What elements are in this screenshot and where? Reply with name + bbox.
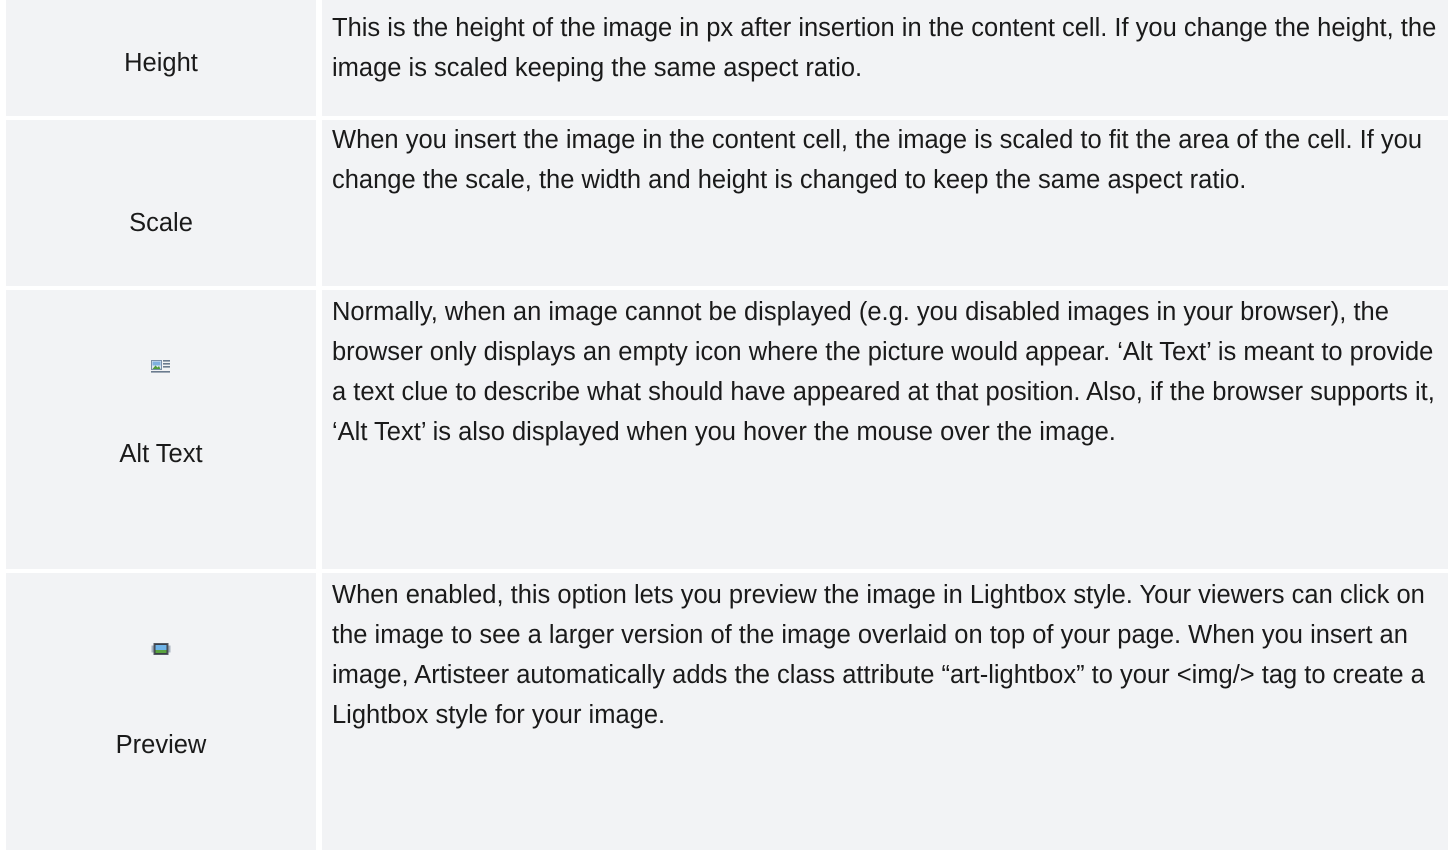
label-cell-height: Height: [6, 0, 316, 116]
description-cell-scale: When you insert the image in the content…: [322, 120, 1448, 286]
image-preview-icon: [151, 641, 171, 662]
label-cell-alt-text: Alt Text: [6, 290, 316, 569]
table-row-alt-text: Alt Text Normally, when an image cannot …: [0, 290, 1452, 569]
description-cell-height: This is the height of the image in px af…: [322, 0, 1448, 116]
property-description-scale: When you insert the image in the content…: [332, 126, 1423, 194]
description-cell-alt-text: Normally, when an image cannot be displa…: [322, 290, 1448, 569]
property-label-scale: Scale: [129, 209, 193, 237]
alt-text-icon: [151, 358, 171, 379]
label-cell-preview: Preview: [6, 573, 316, 850]
table-row-height: Height This is the height of the image i…: [0, 0, 1452, 116]
label-cell-scale: Scale: [6, 120, 316, 286]
image-properties-table: Height This is the height of the image i…: [0, 0, 1452, 850]
property-label-preview: Preview: [115, 731, 207, 759]
property-description-preview: When enabled, this option lets you previ…: [332, 581, 1425, 729]
table-row-scale: Scale When you insert the image in the c…: [0, 120, 1452, 286]
property-label-alt-text: Alt Text: [119, 440, 203, 468]
property-label-height: Height: [124, 49, 198, 77]
description-cell-preview: When enabled, this option lets you previ…: [322, 573, 1448, 850]
property-description-alt-text: Normally, when an image cannot be displa…: [332, 298, 1435, 446]
property-description-height: This is the height of the image in px af…: [332, 14, 1437, 82]
table-row-preview: Preview When enabled, this option lets y…: [0, 573, 1452, 850]
